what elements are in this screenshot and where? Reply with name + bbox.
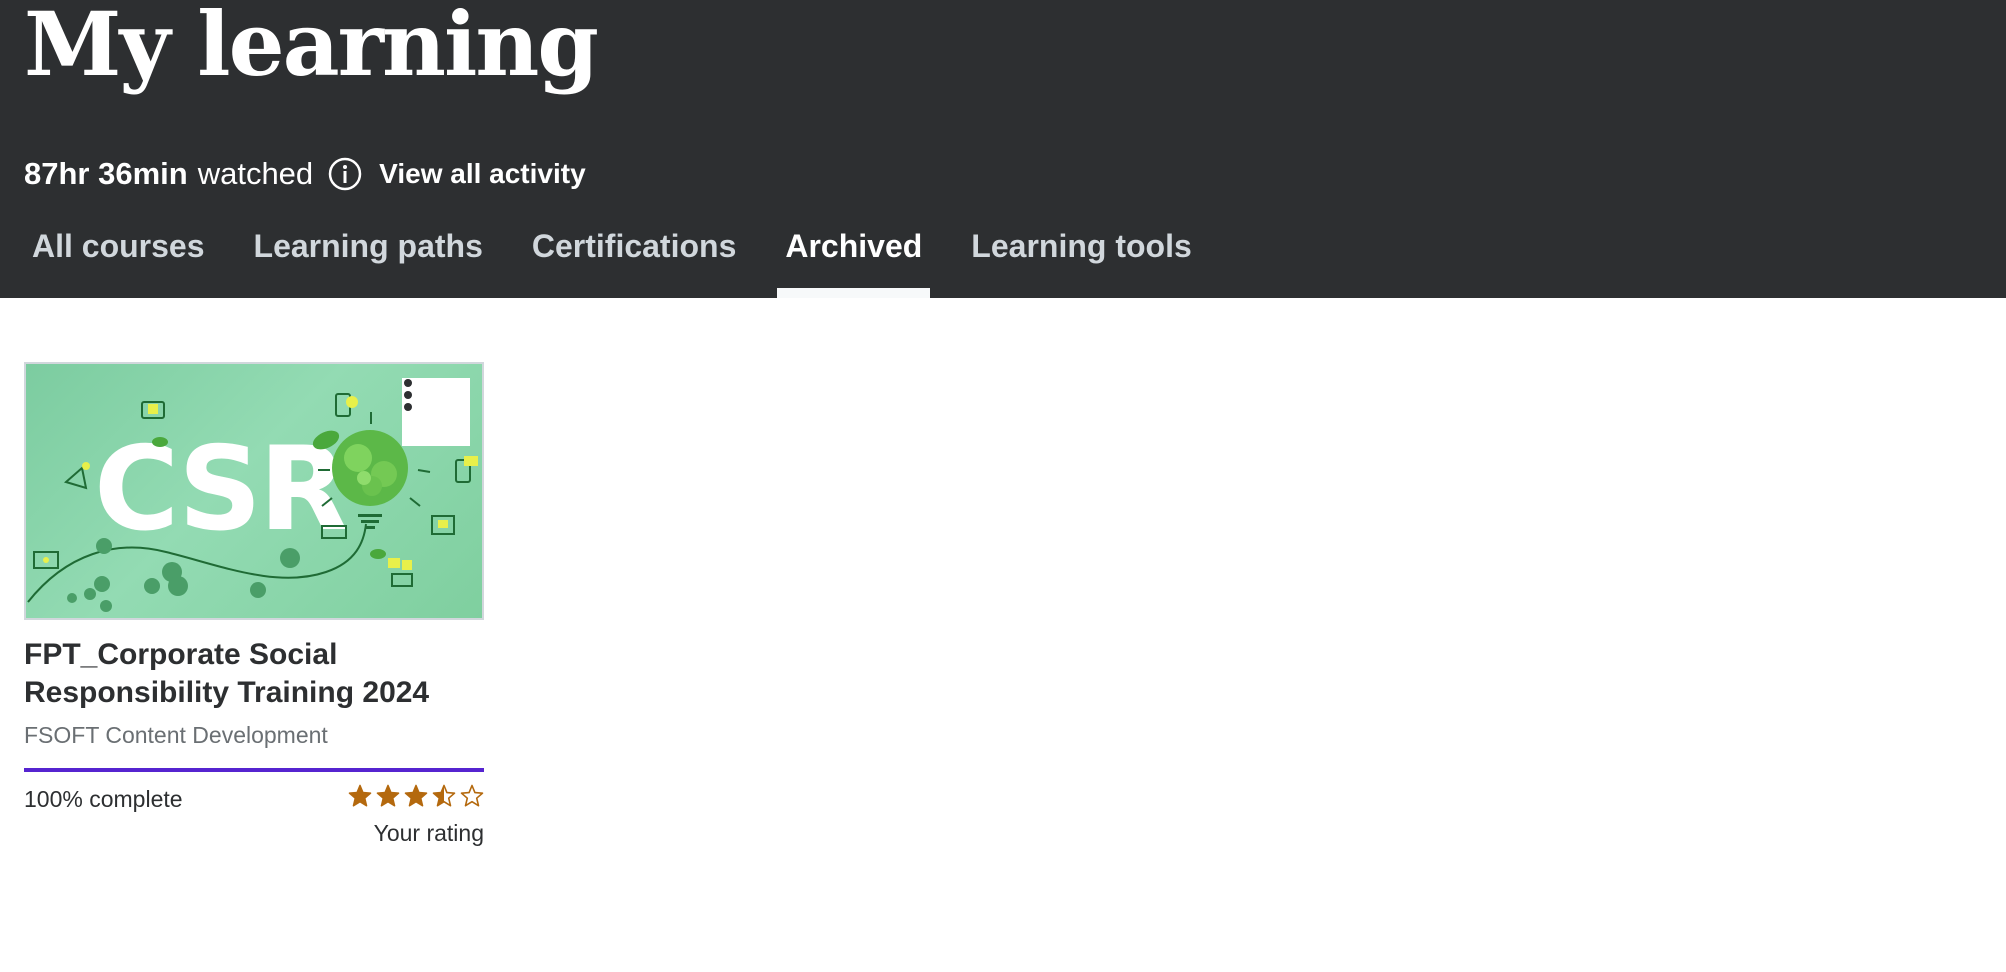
star-filled-icon[interactable] xyxy=(404,784,428,808)
tab-archived[interactable]: Archived xyxy=(777,220,931,298)
tab-all-courses[interactable]: All courses xyxy=(24,220,213,298)
progress-label: 100% complete xyxy=(24,786,183,812)
page-header: My learning 87hr 36min watched View all … xyxy=(0,0,2006,298)
progress-fill xyxy=(24,768,484,772)
course-meta: 100% complete Your rating xyxy=(24,780,484,850)
star-rating[interactable] xyxy=(348,784,484,808)
course-thumbnail[interactable]: CSR xyxy=(24,362,484,620)
tab-learning-paths[interactable]: Learning paths xyxy=(246,220,491,298)
tab-learning-tools[interactable]: Learning tools xyxy=(963,220,1199,298)
star-half-icon[interactable] xyxy=(432,784,456,808)
star-filled-icon[interactable] xyxy=(348,784,372,808)
course-title[interactable]: FPT_Corporate Social Responsibility Trai… xyxy=(24,636,484,712)
learning-stats: 87hr 36min watched View all activity xyxy=(24,152,586,196)
thumbnail-text: CSR xyxy=(94,422,346,557)
course-options-button[interactable] xyxy=(402,378,470,446)
view-all-activity-link[interactable]: View all activity xyxy=(379,158,586,190)
star-empty-icon[interactable] xyxy=(460,784,484,808)
course-card[interactable]: CSR FPT_Corporate Social Responsibility … xyxy=(24,362,484,850)
kebab-menu-icon xyxy=(404,379,412,411)
watched-label: watched xyxy=(197,156,314,191)
tab-certifications[interactable]: Certifications xyxy=(524,220,744,298)
progress-bar xyxy=(24,768,484,772)
tab-bar: All courses Learning paths Certification… xyxy=(24,220,1233,298)
time-watched: 87hr 36min xyxy=(24,156,188,191)
info-icon[interactable] xyxy=(327,156,363,192)
course-instructor: FSOFT Content Development xyxy=(24,722,328,748)
your-rating-label[interactable]: Your rating xyxy=(374,820,484,847)
star-filled-icon[interactable] xyxy=(376,784,400,808)
page-title: My learning xyxy=(24,0,599,96)
